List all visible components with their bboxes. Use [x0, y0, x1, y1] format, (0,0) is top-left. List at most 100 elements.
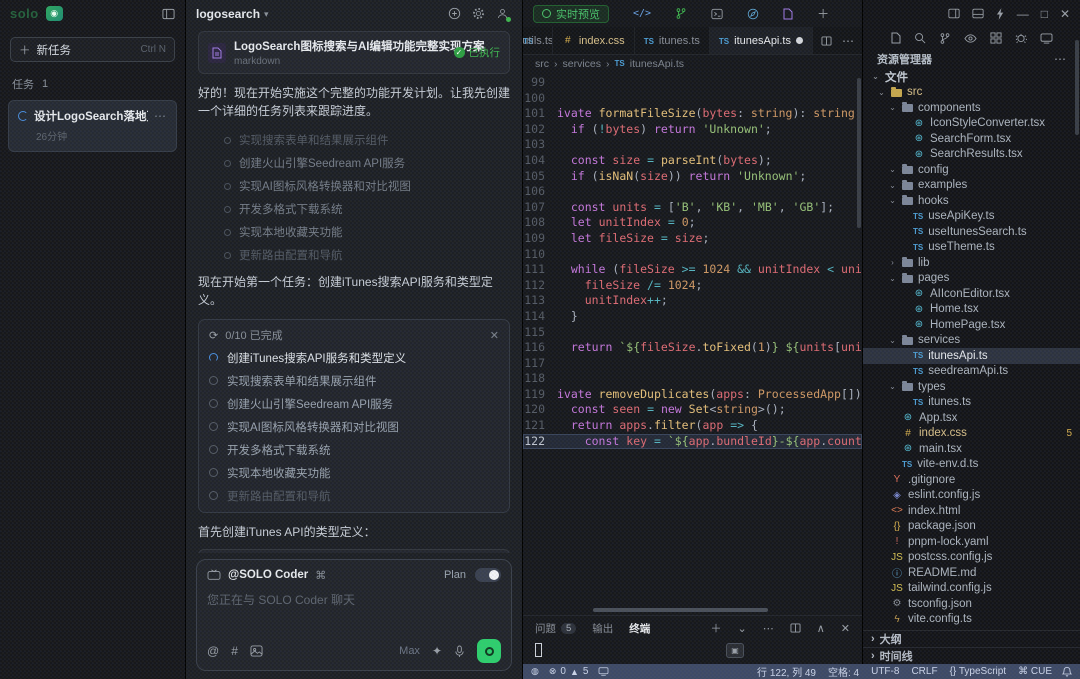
tree-item-SearchResults.tsx[interactable]: ⊛SearchResults.tsx — [863, 147, 1080, 163]
tree-item-services[interactable]: ⌄services — [863, 333, 1080, 349]
close-icon[interactable]: ✕ — [490, 329, 499, 342]
tree-item-useApiKey.ts[interactable]: TSuseApiKey.ts — [863, 209, 1080, 225]
todo-item[interactable]: 实现搜索表单和结果展示组件 — [209, 372, 499, 389]
tree-item-main.tsx[interactable]: ⊛main.tsx — [863, 441, 1080, 457]
tree-item-config[interactable]: ⌄config — [863, 162, 1080, 178]
tree-item-types[interactable]: ⌄types — [863, 379, 1080, 395]
tree-item-package.json[interactable]: {}package.json — [863, 519, 1080, 535]
code-line-115[interactable]: 115 — [523, 325, 862, 341]
terminal-widget[interactable]: ▣ — [726, 643, 744, 658]
editor-tab-itunes.ts[interactable]: TSitunes.ts — [635, 27, 710, 54]
more-icon[interactable]: ⋯ — [763, 622, 774, 635]
split-terminal-icon[interactable] — [790, 623, 801, 633]
explorer-more-icon[interactable]: ⋯ — [1054, 52, 1066, 66]
editor-scrollbar[interactable] — [857, 78, 861, 228]
code-view-icon[interactable]: </> — [633, 8, 651, 19]
status-segment[interactable]: 行 122, 列 49 — [757, 664, 816, 679]
image-icon[interactable] — [250, 645, 263, 657]
user-icon[interactable] — [492, 5, 512, 23]
tree-item-itunes.ts[interactable]: TSitunes.ts — [863, 395, 1080, 411]
code-line-105[interactable]: 105 if (isNaN(size)) return 'Unknown'; — [523, 169, 862, 185]
tree-item-SearchForm.tsx[interactable]: ⊛SearchForm.tsx — [863, 131, 1080, 147]
view-changes-button[interactable]: 查看变更 — [442, 553, 500, 554]
todo-item[interactable]: 实现本地收藏夹功能 — [209, 464, 499, 481]
add-panel-icon[interactable]: ＋ — [817, 5, 829, 22]
code-line-114[interactable]: 114 } — [523, 309, 862, 325]
breadcrumb-dir[interactable]: services — [563, 58, 602, 70]
editor-hscrollbar[interactable] — [593, 608, 768, 612]
code-line-120[interactable]: 120 const seen = new Set<string>(); — [523, 402, 862, 418]
maximize-panel-icon[interactable]: ∧ — [817, 622, 825, 635]
code-line-112[interactable]: 112 fileSize /= 1024; — [523, 278, 862, 294]
terminal-area[interactable]: ▣ — [523, 640, 862, 664]
remote-window-icon[interactable] — [1040, 33, 1053, 44]
debug-icon[interactable] — [1015, 32, 1027, 44]
code-line-109[interactable]: 109 let fileSize = size; — [523, 231, 862, 247]
split-editor-icon[interactable] — [821, 36, 832, 46]
lightning-icon[interactable] — [996, 8, 1005, 20]
close-panel-icon[interactable]: ✕ — [841, 622, 850, 635]
tree-item-useItunesSearch.ts[interactable]: TSuseItunesSearch.ts — [863, 224, 1080, 240]
screencast-icon[interactable] — [598, 667, 609, 676]
hash-icon[interactable]: # — [231, 644, 238, 658]
status-segment[interactable]: ⌘ CUE — [1018, 664, 1052, 679]
tree-item-IconStyleConverter.tsx[interactable]: ⊛IconStyleConverter.tsx — [863, 116, 1080, 132]
todo-item[interactable]: 更新路由配置和导航 — [209, 487, 499, 504]
tree-item-index.css[interactable]: #index.css5 — [863, 426, 1080, 442]
tree-item-lib[interactable]: ›lib — [863, 255, 1080, 271]
layout-panel-icon[interactable] — [948, 8, 960, 19]
search-icon[interactable] — [914, 32, 926, 44]
model-max-label[interactable]: Max — [399, 645, 420, 657]
chat-input-placeholder[interactable]: 您正在与 SOLO Coder 聊天 — [207, 591, 501, 608]
minimize-icon[interactable]: — — [1017, 7, 1029, 21]
code-line-102[interactable]: 102 if (!bytes) return 'Unknown'; — [523, 122, 862, 138]
mention-icon[interactable]: @ — [207, 644, 219, 658]
tree-item-src[interactable]: ⌄src — [863, 85, 1080, 101]
breadcrumb[interactable]: src› services› TS itunesApi.ts — [523, 55, 862, 72]
tab-terminal[interactable]: 终端 — [629, 621, 650, 636]
editor-tab-itunesApi.ts[interactable]: TSitunesApi.ts — [710, 27, 813, 54]
code-line-101[interactable]: 101ivate formatFileSize(bytes: string): … — [523, 106, 862, 122]
code-line-108[interactable]: 108 let unitIndex = 0; — [523, 215, 862, 231]
tree-item-itunesApi.ts[interactable]: TSitunesApi.ts — [863, 348, 1080, 364]
todo-item[interactable]: 创建iTunes搜索API服务和类型定义 — [209, 349, 499, 366]
chat-session-title[interactable]: logosearch — [196, 7, 260, 21]
tree-item-App.tsx[interactable]: ⊛App.tsx — [863, 410, 1080, 426]
source-control-icon[interactable] — [939, 32, 951, 45]
eye-icon[interactable] — [964, 33, 977, 44]
tab-more-icon[interactable]: ⋯ — [842, 34, 854, 48]
code-line-106[interactable]: 106 — [523, 184, 862, 200]
tree-item-examples[interactable]: ⌄examples — [863, 178, 1080, 194]
problems-status[interactable]: ⊗0 ▲5 — [549, 666, 589, 677]
tree-item-components[interactable]: ⌄components — [863, 100, 1080, 116]
new-terminal-icon[interactable]: ＋ — [711, 620, 722, 636]
status-segment[interactable]: CRLF — [911, 664, 937, 679]
code-line-117[interactable]: 117 — [523, 356, 862, 372]
plan-document-card[interactable]: LogoSearch图标搜索与AI编辑功能完整实现方案 markdown ✓ 已… — [198, 31, 510, 74]
toggle-sidebar-icon[interactable] — [162, 8, 175, 20]
status-segment[interactable]: 空格: 4 — [828, 664, 859, 679]
tree-item-vite.config.ts[interactable]: ϟvite.config.ts — [863, 612, 1080, 628]
file-icon[interactable] — [783, 8, 793, 20]
stop-generation-button[interactable] — [477, 639, 501, 663]
tree-item-useTheme.ts[interactable]: TSuseTheme.ts — [863, 240, 1080, 256]
code-line-107[interactable]: 107 const units = ['B', 'KB', 'MB', 'GB'… — [523, 200, 862, 216]
code-line-116[interactable]: 116 return `${fileSize.toFixed(1)} ${uni… — [523, 340, 862, 356]
code-line-121[interactable]: 121 return apps.filter(app => { — [523, 418, 862, 434]
timeline-section[interactable]: ›时间线 — [863, 647, 1080, 664]
plan-toggle[interactable] — [475, 568, 501, 582]
outline-section[interactable]: ›大纲 — [863, 630, 1080, 647]
extensions-icon[interactable] — [990, 32, 1002, 44]
bell-icon[interactable] — [1062, 666, 1072, 677]
breadcrumb-file[interactable]: itunesApi.ts — [630, 58, 684, 70]
breadcrumb-root[interactable]: src — [535, 58, 549, 70]
todo-item[interactable]: 开发多格式下载系统 — [209, 441, 499, 458]
new-chat-icon[interactable] — [444, 5, 464, 23]
todo-item[interactable]: 实现AI图标风格转换器和对比视图 — [209, 418, 499, 435]
code-line-103[interactable]: 103 — [523, 137, 862, 153]
explorer-scrollbar[interactable] — [1075, 40, 1079, 135]
task-item[interactable]: 设计LogoSearch落地页 ⋯ 26分钟 — [8, 100, 177, 152]
code-line-104[interactable]: 104 const size = parseInt(bytes); — [523, 153, 862, 169]
git-branch-icon[interactable] — [675, 7, 687, 20]
sparkle-icon[interactable]: ✦ — [432, 644, 442, 658]
